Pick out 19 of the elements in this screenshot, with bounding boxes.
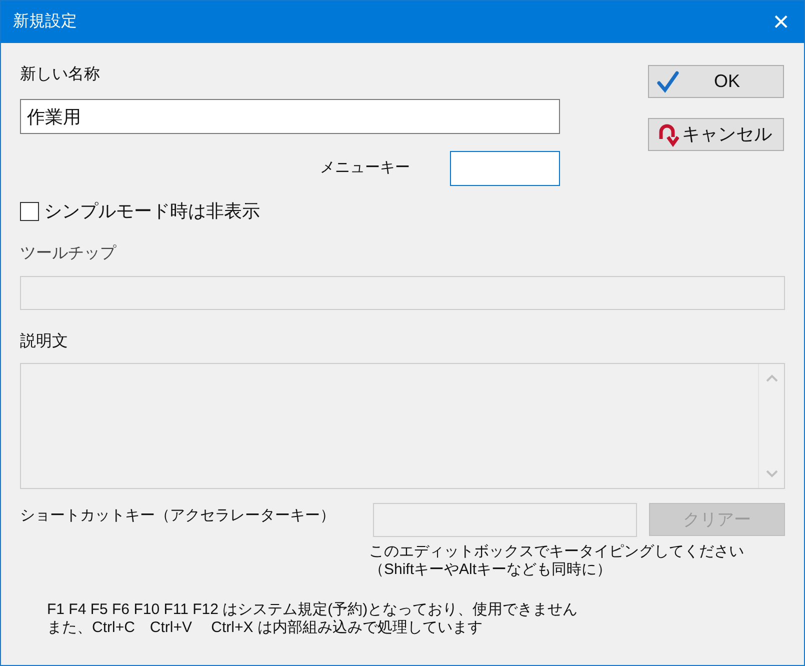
hint-text: （ShiftキーやAltキーなども同時に） — [369, 561, 613, 579]
checkbox-label: シンプルモード時は非表示 — [44, 200, 260, 223]
field-label: メニューキー — [320, 158, 410, 178]
name-field[interactable]: 作業用 — [20, 99, 560, 134]
checkmark-icon — [657, 70, 679, 92]
hint-text: このエディットボックスでキータイピングしてください — [369, 543, 745, 561]
ok-button[interactable]: OK — [648, 65, 784, 98]
field-label: ショートカットキー（アクセラレーターキー） — [20, 506, 336, 526]
window-title: 新規設定 — [13, 12, 77, 32]
note-text: F1 F4 F5 F6 F10 F11 F12 はシステム規定(予約)となっており、使用できません — [47, 601, 579, 619]
menu-key-field[interactable] — [450, 151, 560, 186]
close-button[interactable]: × — [758, 1, 804, 43]
note-text: また、Ctrl+C Ctrl+V Ctrl+X は内部組み込みで処理しています — [47, 619, 484, 637]
field-label: 説明文 — [20, 332, 69, 352]
cancel-button[interactable]: キャンセル — [648, 118, 784, 151]
u-turn-arrow-icon — [657, 122, 679, 146]
checkbox[interactable] — [20, 202, 39, 221]
field-label: ツールチップ — [20, 244, 118, 264]
field-label: 新しい名称 — [20, 64, 101, 85]
